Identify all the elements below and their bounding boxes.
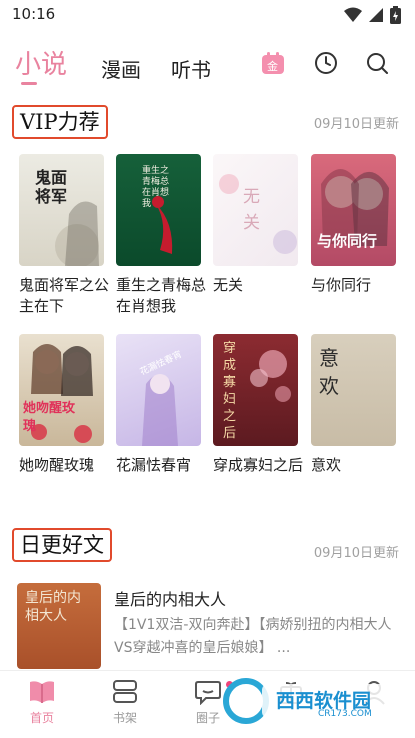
book-cover: 重生之青梅总在肖想我 xyxy=(116,154,201,266)
bookshelf-icon xyxy=(113,680,137,703)
section-updated-vip: 09月10日更新 xyxy=(313,117,399,132)
cover-text: 与你同行 xyxy=(317,232,378,250)
tab-audiobook[interactable]: 听书 xyxy=(171,54,211,83)
cover-text: 无关 xyxy=(243,187,260,233)
cover-text: 重生之青梅总在肖想我 xyxy=(142,166,170,209)
book-title: 重生之青梅总在肖想我 xyxy=(116,276,207,315)
nav-item-bookshelf[interactable]: 书架 xyxy=(95,679,155,726)
book-card[interactable]: 与你同行 与你同行 xyxy=(311,154,401,296)
nav-label-home: 首页 xyxy=(29,711,54,725)
cover-text: 意欢 xyxy=(319,346,339,398)
book-title: 无关 xyxy=(213,276,244,294)
top-nav: 小说 漫画 听书 金 xyxy=(0,40,415,92)
tab-comic[interactable]: 漫画 xyxy=(101,54,141,83)
cover-text: 她吻醒玫瑰 xyxy=(23,401,76,434)
book-title: 花漏怯春宵 xyxy=(116,456,192,474)
book-cover: 花漏怯春宵 xyxy=(116,334,201,446)
book-cover: 与你同行 xyxy=(311,154,396,266)
battery-icon xyxy=(390,6,401,24)
book-card[interactable]: 她吻醒玫瑰 她吻醒玫瑰 xyxy=(19,334,109,476)
book-card[interactable]: 重生之青梅总在肖想我 重生之青梅总在肖想我 xyxy=(116,154,206,317)
list-item-title[interactable]: 皇后的内相大人 xyxy=(114,586,226,610)
wifi-icon xyxy=(344,7,362,22)
watermark-url: CR173.COM xyxy=(318,709,372,719)
signal-icon xyxy=(369,8,383,22)
book-cover: 穿成寡妇之后 xyxy=(213,334,298,446)
cover-text: 皇后的内相大人 xyxy=(25,590,81,624)
cover-text: 鬼面将军 xyxy=(35,168,68,206)
coin-glyph: 金 xyxy=(267,60,278,73)
book-title: 她吻醒玫瑰 xyxy=(19,456,95,474)
book-cover: 意欢 xyxy=(311,334,396,446)
section-updated-daily: 09月10日更新 xyxy=(313,546,399,561)
tab-novel[interactable]: 小说 xyxy=(15,44,67,81)
gold-coin-calendar-icon[interactable]: 金 xyxy=(261,51,287,77)
book-cover: 鬼面将军 xyxy=(19,154,104,266)
book-card[interactable]: 鬼面将军 鬼面将军之公主在下 xyxy=(19,154,109,317)
chat-bubble-icon xyxy=(195,681,221,705)
book-card[interactable]: 花漏怯春宵 花漏怯春宵 xyxy=(116,334,206,476)
book-title: 鬼面将军之公主在下 xyxy=(19,276,110,315)
section-title-daily: 日更好文 xyxy=(12,528,112,562)
watermark-logo: 西西软件园 CR173.COM xyxy=(222,676,410,726)
book-card[interactable]: 意欢 意欢 xyxy=(311,334,401,476)
search-icon[interactable] xyxy=(364,50,390,76)
list-item-cover[interactable]: 皇后的内相大人 xyxy=(17,583,101,669)
book-home-icon xyxy=(30,681,54,703)
section-title-vip: VIP力荐 xyxy=(12,105,108,139)
cover-text: 穿成寡妇之后 xyxy=(223,341,237,441)
status-bar: 10:16 xyxy=(0,0,415,30)
book-cover: 无关 xyxy=(213,154,298,266)
book-title: 意欢 xyxy=(311,456,342,474)
nav-label-bookshelf: 书架 xyxy=(112,711,137,725)
book-card[interactable]: 无关 无关 xyxy=(213,154,303,296)
history-clock-icon[interactable] xyxy=(313,50,339,76)
book-card[interactable]: 穿成寡妇之后 穿成寡妇之后 xyxy=(213,334,303,476)
active-tab-indicator xyxy=(21,82,37,85)
book-title: 与你同行 xyxy=(311,276,372,294)
book-title: 穿成寡妇之后 xyxy=(213,456,304,474)
status-icons xyxy=(344,6,401,24)
list-item-description: 【1V1双洁-双向奔赴】【病娇别扭的内相大人VS穿越冲喜的皇后娘娘】 ... xyxy=(114,617,392,656)
status-time: 10:16 xyxy=(12,5,56,23)
book-cover: 她吻醒玫瑰 xyxy=(19,334,104,446)
nav-item-home[interactable]: 首页 xyxy=(12,679,72,726)
